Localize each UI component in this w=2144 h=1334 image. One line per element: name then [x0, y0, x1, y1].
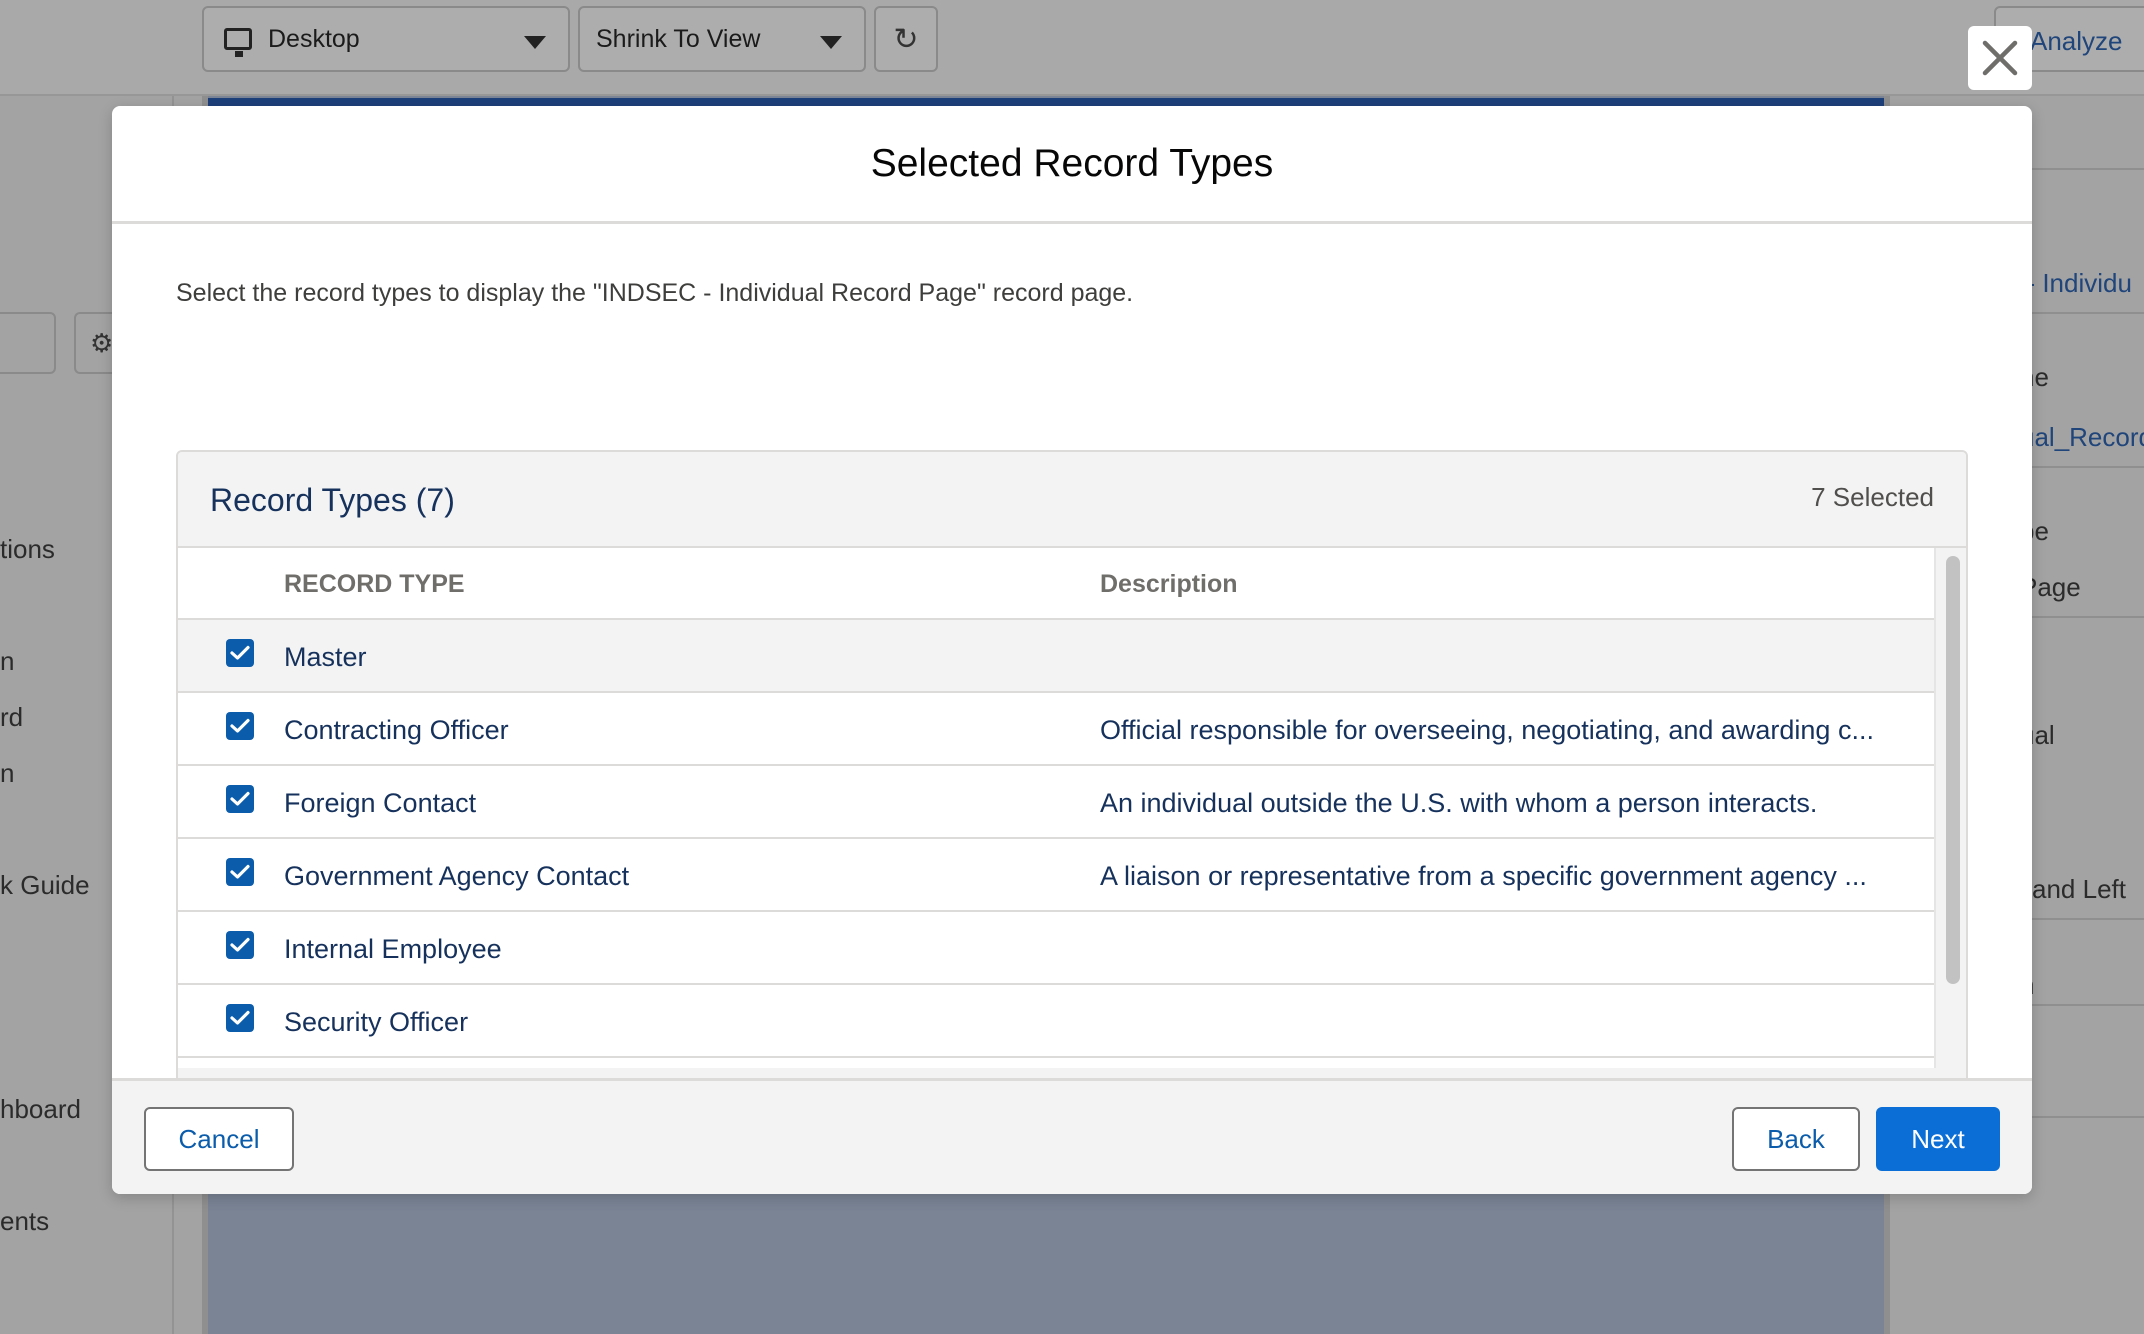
record-type-name: Foreign Contact [284, 788, 477, 818]
divider [2032, 1004, 2144, 1006]
device-select[interactable]: Desktop [202, 6, 570, 72]
component-item[interactable]: ents [0, 1206, 49, 1237]
table-row[interactable]: Government Agency Contact A liaison or r… [178, 839, 1934, 912]
record-type-description: Official responsible for overseeing, neg… [1100, 715, 1874, 745]
card-title: Record Types (7) [210, 482, 455, 518]
record-type-description: A liaison or representative from a speci… [1100, 861, 1867, 891]
property-field[interactable]: ual_Record [2020, 422, 2144, 453]
table-row[interactable]: Internal Employee [178, 912, 1934, 985]
desktop-icon [224, 28, 252, 57]
check-icon [230, 937, 250, 952]
check-icon [230, 791, 250, 806]
check-icon [230, 645, 250, 660]
row-checkbox[interactable] [226, 639, 254, 667]
table-scrollbar[interactable] [1934, 548, 1966, 1068]
record-type-name: Contracting Officer [284, 715, 509, 745]
instructions-text: Select the record types to display the "… [176, 279, 1134, 307]
record-type-name: Security Officer [284, 1007, 469, 1037]
modal-header: Selected Record Types [112, 106, 2032, 224]
row-checkbox[interactable] [226, 858, 254, 886]
record-type-name: Master [284, 642, 367, 672]
back-button[interactable]: Back [1732, 1107, 1860, 1171]
divider [2032, 1116, 2144, 1118]
table-header-row: RECORD TYPE Description [178, 548, 1934, 620]
modal-title: Selected Record Types [870, 141, 1274, 185]
component-item[interactable]: rd [0, 702, 23, 733]
column-header-description: Description [1100, 570, 1238, 598]
refresh-button[interactable]: ↻ [874, 6, 938, 72]
component-item[interactable]: n [0, 646, 14, 677]
divider [2032, 312, 2144, 314]
table-row[interactable]: Foreign Contact An individual outside th… [178, 766, 1934, 839]
row-checkbox[interactable] [226, 712, 254, 740]
component-item[interactable]: hboard [0, 1094, 81, 1125]
card-header: Record Types (7) 7 Selected [178, 452, 1966, 548]
check-icon [230, 864, 250, 879]
column-header-record-type: RECORD TYPE [284, 570, 465, 598]
record-type-description: An individual outside the U.S. with whom… [1100, 788, 1818, 818]
zoom-select[interactable]: Shrink To View [578, 6, 866, 72]
component-search-input[interactable] [0, 312, 56, 374]
cancel-button[interactable]: Cancel [144, 1107, 294, 1171]
modal-footer: Cancel Back Next [112, 1078, 2032, 1194]
row-checkbox[interactable] [226, 1004, 254, 1032]
chevron-down-icon [820, 36, 842, 49]
close-modal-button[interactable] [1968, 26, 2032, 90]
scrollbar-thumb[interactable] [1946, 556, 1960, 984]
refresh-icon: ↻ [893, 22, 919, 56]
divider [2032, 616, 2144, 618]
row-checkbox[interactable] [226, 785, 254, 813]
component-item[interactable]: k Guide [0, 870, 90, 901]
canvas-header-stripe [208, 98, 1884, 106]
record-types-table: RECORD TYPE Description Master Contracti… [178, 548, 1934, 1068]
builder-toolbar: Desktop Shrink To View ↻ Analyze [0, 0, 2144, 96]
check-icon [230, 718, 250, 733]
divider [2032, 918, 2144, 920]
selected-count: 7 Selected [1811, 482, 1934, 512]
component-item[interactable]: n [0, 758, 14, 789]
table-row[interactable]: Security Officer [178, 985, 1934, 1058]
record-types-modal: Selected Record Types Select the record … [112, 106, 2032, 1194]
gear-icon[interactable]: ⚙ [74, 312, 114, 374]
row-checkbox[interactable] [226, 931, 254, 959]
record-types-card: Record Types (7) 7 Selected RECORD TYPE … [176, 450, 1968, 1136]
record-type-name: Government Agency Contact [284, 861, 630, 891]
property-field[interactable]: and Left [2032, 874, 2126, 905]
record-type-name: Internal Employee [284, 934, 502, 964]
check-icon [230, 1010, 250, 1025]
next-button[interactable]: Next [1876, 1107, 2000, 1171]
divider [2032, 466, 2144, 468]
divider [2032, 168, 2144, 170]
table-row[interactable]: Master [178, 620, 1934, 693]
chevron-down-icon [524, 36, 546, 49]
table-row[interactable]: Contracting Officer Official responsible… [178, 693, 1934, 766]
modal-body: Select the record types to display the "… [112, 224, 2032, 1182]
component-item[interactable]: tions [0, 534, 55, 565]
close-icon [1982, 40, 2018, 76]
